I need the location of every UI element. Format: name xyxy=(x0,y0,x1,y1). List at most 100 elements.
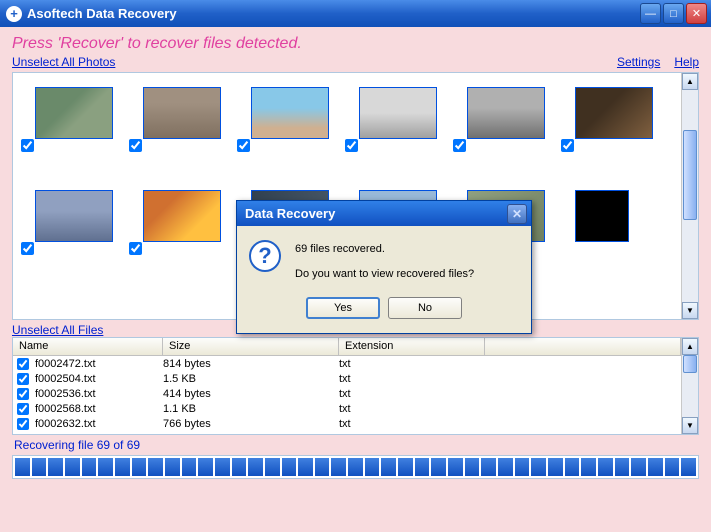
photo-checkbox[interactable] xyxy=(453,139,466,152)
file-checkbox[interactable] xyxy=(17,373,29,385)
progress-block xyxy=(248,458,263,476)
progress-block xyxy=(348,458,363,476)
photo-thumb[interactable] xyxy=(561,186,669,289)
instruction-text: Press 'Recover' to recover files detecte… xyxy=(12,31,699,55)
thumbnail-image[interactable] xyxy=(143,190,221,242)
confirmation-dialog: Data Recovery ✕ ? 69 files recovered. Do… xyxy=(236,200,532,334)
progress-block xyxy=(132,458,147,476)
photo-checkbox[interactable] xyxy=(21,139,34,152)
thumbnail-image[interactable] xyxy=(35,87,113,139)
question-icon: ? xyxy=(249,240,281,272)
thumbnail-image[interactable] xyxy=(35,190,113,242)
unselect-all-files-link[interactable]: Unselect All Files xyxy=(12,323,103,337)
minimize-button[interactable]: — xyxy=(640,3,661,24)
thumbnail-image[interactable] xyxy=(143,87,221,139)
file-size: 766 bytes xyxy=(163,418,339,430)
scroll-down-icon[interactable]: ▼ xyxy=(682,302,698,319)
photo-checkbox[interactable] xyxy=(129,139,142,152)
thumbnail-image[interactable] xyxy=(575,87,653,139)
photo-thumb[interactable] xyxy=(561,83,669,186)
file-ext: txt xyxy=(339,358,485,370)
progress-block xyxy=(381,458,396,476)
photo-thumb[interactable] xyxy=(237,83,345,186)
progress-block xyxy=(565,458,580,476)
progress-block xyxy=(365,458,380,476)
file-size: 1.5 KB xyxy=(163,373,339,385)
progress-block xyxy=(232,458,247,476)
th-size[interactable]: Size xyxy=(163,338,339,355)
progress-block xyxy=(282,458,297,476)
file-checkbox[interactable] xyxy=(17,418,29,430)
window-title: Asoftech Data Recovery xyxy=(27,6,640,21)
close-button[interactable]: ✕ xyxy=(686,3,707,24)
progress-block xyxy=(498,458,513,476)
progress-block xyxy=(665,458,680,476)
table-row[interactable]: f0002632.txt766 bytestxt xyxy=(13,416,681,431)
photo-checkbox[interactable] xyxy=(129,242,142,255)
progress-block xyxy=(182,458,197,476)
progress-block xyxy=(32,458,47,476)
progress-block xyxy=(15,458,30,476)
progress-block xyxy=(98,458,113,476)
file-size: 1.1 KB xyxy=(163,403,339,415)
thumbnail-image[interactable] xyxy=(251,87,329,139)
photo-checkbox[interactable] xyxy=(21,242,34,255)
progress-block xyxy=(648,458,663,476)
scroll-up-icon[interactable]: ▲ xyxy=(682,338,698,355)
scrollbar-thumb[interactable] xyxy=(683,130,697,220)
photos-scrollbar[interactable]: ▲ ▼ xyxy=(681,73,698,319)
dialog-close-button[interactable]: ✕ xyxy=(507,204,527,224)
progress-block xyxy=(531,458,546,476)
progress-block xyxy=(448,458,463,476)
settings-link[interactable]: Settings xyxy=(617,55,660,69)
photo-thumb[interactable] xyxy=(129,83,237,186)
files-scrollbar[interactable]: ▲ ▼ xyxy=(681,338,698,434)
progress-block xyxy=(465,458,480,476)
scroll-down-icon[interactable]: ▼ xyxy=(682,417,698,434)
status-text: Recovering file 69 of 69 xyxy=(12,435,699,455)
file-checkbox[interactable] xyxy=(17,403,29,415)
thumbnail-image[interactable] xyxy=(467,87,545,139)
no-button[interactable]: No xyxy=(388,297,462,319)
file-name: f0002504.txt xyxy=(33,373,163,385)
photo-checkbox[interactable] xyxy=(345,139,358,152)
th-name[interactable]: Name xyxy=(13,338,163,355)
app-icon: + xyxy=(6,6,22,22)
thumbnail-image[interactable] xyxy=(575,190,629,242)
maximize-button[interactable]: □ xyxy=(663,3,684,24)
progress-block xyxy=(581,458,596,476)
table-row[interactable]: f0002504.txt1.5 KBtxt xyxy=(13,371,681,386)
progress-bar xyxy=(12,455,699,479)
progress-block xyxy=(115,458,130,476)
file-checkbox[interactable] xyxy=(17,358,29,370)
table-row[interactable]: f0002568.txt1.1 KBtxt xyxy=(13,401,681,416)
photo-thumb[interactable] xyxy=(453,83,561,186)
help-link[interactable]: Help xyxy=(674,55,699,69)
photo-thumb[interactable] xyxy=(345,83,453,186)
files-panel: Name Size Extension f0002472.txt814 byte… xyxy=(12,337,699,435)
dialog-title: Data Recovery xyxy=(245,206,507,221)
progress-block xyxy=(398,458,413,476)
photo-thumb[interactable] xyxy=(21,83,129,186)
unselect-all-photos-link[interactable]: Unselect All Photos xyxy=(12,55,115,69)
progress-block xyxy=(198,458,213,476)
progress-block xyxy=(315,458,330,476)
yes-button[interactable]: Yes xyxy=(306,297,380,319)
progress-block xyxy=(681,458,696,476)
file-checkbox[interactable] xyxy=(17,388,29,400)
progress-block xyxy=(481,458,496,476)
photo-checkbox[interactable] xyxy=(561,139,574,152)
th-ext[interactable]: Extension xyxy=(339,338,485,355)
progress-block xyxy=(65,458,80,476)
scroll-up-icon[interactable]: ▲ xyxy=(682,73,698,90)
photo-thumb[interactable] xyxy=(129,186,237,289)
thumbnail-image[interactable] xyxy=(359,87,437,139)
table-header: Name Size Extension xyxy=(13,338,681,356)
photo-checkbox[interactable] xyxy=(237,139,250,152)
titlebar: + Asoftech Data Recovery — □ ✕ xyxy=(0,0,711,27)
scrollbar-thumb[interactable] xyxy=(683,355,697,373)
table-row[interactable]: f0002536.txt414 bytestxt xyxy=(13,386,681,401)
photo-thumb[interactable] xyxy=(21,186,129,289)
file-name: f0002536.txt xyxy=(33,388,163,400)
table-row[interactable]: f0002472.txt814 bytestxt xyxy=(13,356,681,371)
